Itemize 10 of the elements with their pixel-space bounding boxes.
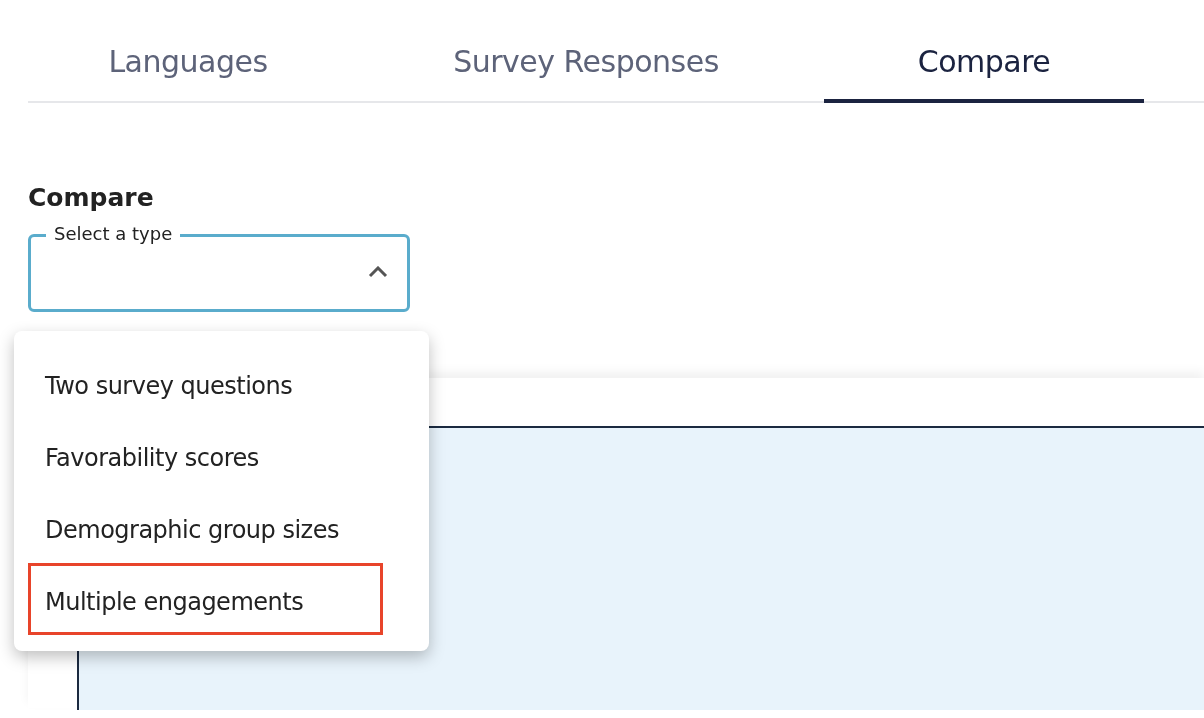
- menu-item[interactable]: Favorability scores: [28, 419, 276, 491]
- tab[interactable]: Languages: [28, 44, 348, 103]
- section-heading: Compare: [28, 183, 155, 212]
- chevron-icon: [368, 266, 388, 278]
- menu-item[interactable]: Demographic group sizes: [28, 491, 356, 563]
- type-select[interactable]: Select a type: [28, 220, 410, 312]
- tab[interactable]: Compare: [824, 44, 1144, 103]
- tab[interactable]: Survey Responses: [426, 44, 746, 103]
- menu-item[interactable]: Multiple engagements: [28, 563, 383, 635]
- menu-item[interactable]: Two survey questions: [28, 347, 310, 419]
